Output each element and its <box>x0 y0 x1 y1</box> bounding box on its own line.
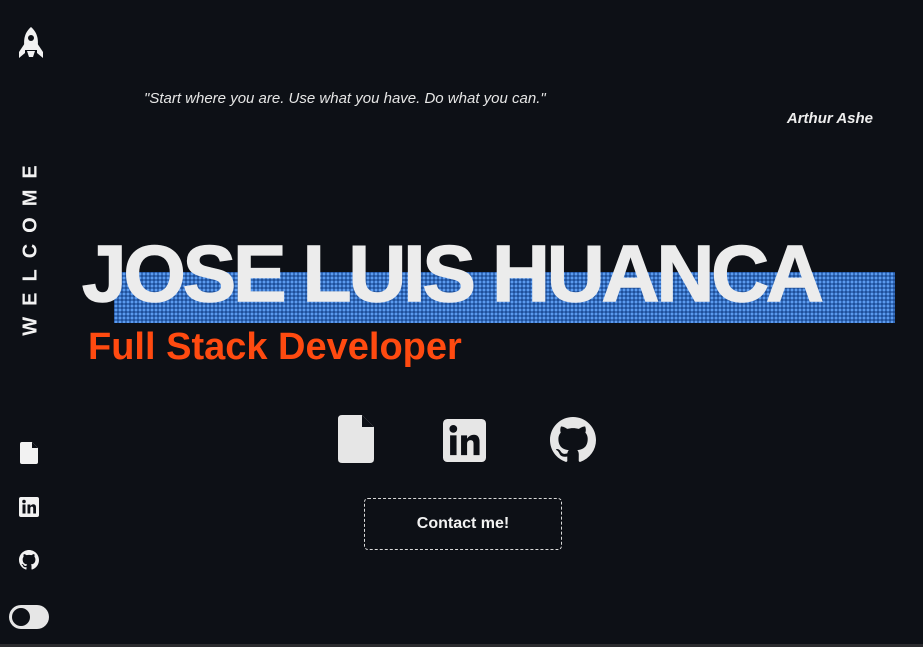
hero-name: JOSE LUIS HUANCA <box>81 228 824 319</box>
quote-text: "Start where you are. Use what you have.… <box>144 90 546 107</box>
linkedin-icon[interactable] <box>19 495 39 519</box>
github-icon[interactable] <box>19 548 39 572</box>
linkedin-icon[interactable] <box>443 419 486 462</box>
quote-author: Arthur Ashe <box>786 110 873 127</box>
sidebar: WELCOME <box>0 0 62 647</box>
document-icon[interactable] <box>19 441 39 465</box>
toggle-knob <box>12 608 30 626</box>
contact-button[interactable]: Contact me! <box>364 498 562 550</box>
github-icon[interactable] <box>550 417 596 463</box>
hero-role: Full Stack Developer <box>88 326 462 368</box>
welcome-label: WELCOME <box>19 154 42 336</box>
rocket-icon[interactable] <box>16 26 46 62</box>
theme-toggle[interactable] <box>9 605 49 629</box>
document-icon[interactable] <box>336 414 376 464</box>
